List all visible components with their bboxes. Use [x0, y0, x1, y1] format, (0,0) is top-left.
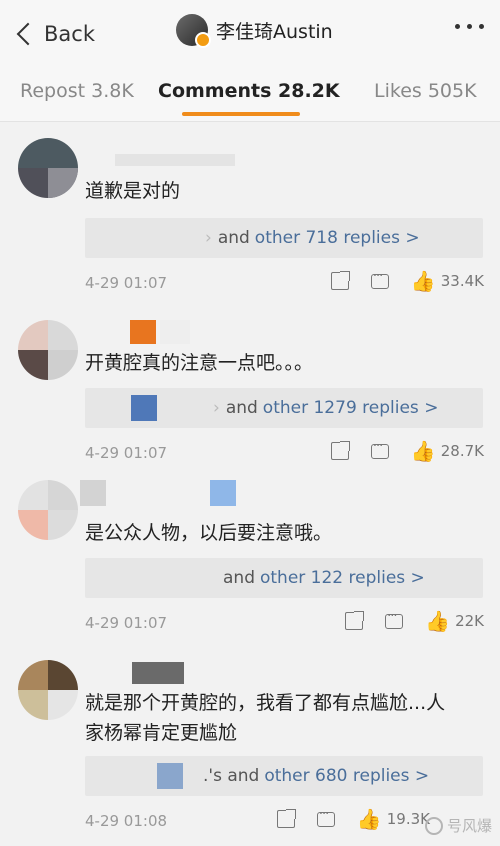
tab-comments[interactable]: Comments 28.2K [158, 80, 340, 102]
reply-button[interactable] [370, 439, 389, 459]
author-name: 李佳琦Austin [216, 20, 333, 43]
commenter-avatar[interactable] [18, 660, 78, 720]
top-bar: Back 李佳琦Austin [0, 0, 500, 64]
replies-prefix: and [217, 228, 250, 248]
share-button[interactable] [276, 809, 296, 828]
like-count: 28.7K [440, 442, 484, 460]
replies-link[interactable]: other 122 replies > [260, 568, 425, 588]
thumbs-up-icon: 👍 [356, 807, 382, 831]
replies-preview[interactable]: › and other 1279 replies > [85, 388, 483, 428]
blurred-username [130, 320, 156, 344]
dot-icon [479, 24, 484, 29]
comment-text: 道歉是对的 [85, 180, 181, 202]
reply-avatar [157, 763, 183, 789]
comment-text-line-1: 就是那个开黄腔的，我看了都有点尴尬...人 [85, 692, 446, 714]
comment-time: 4-29 01:07 [85, 444, 168, 462]
comment-actions: 👍19.3K [255, 807, 430, 831]
replies-link[interactable]: other 718 replies > [255, 228, 420, 248]
share-icon [330, 441, 350, 460]
replies-prefix: and [223, 568, 255, 588]
comment-actions: 👍22K [323, 609, 484, 633]
like-count: 33.4K [440, 272, 484, 290]
reply-button[interactable] [385, 609, 404, 629]
watermark-logo-icon [424, 816, 443, 835]
replies-preview[interactable]: and other 122 replies > [85, 558, 483, 598]
comment-text: 开黄腔真的注意一点吧。。。 [85, 352, 314, 374]
like-count: 22K [455, 612, 484, 630]
active-tab-indicator [182, 112, 300, 116]
comment-icon [316, 807, 335, 827]
commenter-avatar[interactable] [18, 480, 78, 540]
back-button[interactable]: Back [14, 18, 95, 50]
blurred-username [115, 154, 235, 166]
thumbs-up-icon: 👍 [425, 609, 451, 633]
blurred-username [210, 480, 236, 506]
comment-icon [370, 439, 389, 459]
replies-link[interactable]: other 1279 replies > [263, 398, 439, 418]
more-options-button[interactable] [455, 24, 484, 29]
dot-icon [467, 24, 472, 29]
comment-icon [370, 269, 389, 289]
reply-button[interactable] [316, 807, 335, 827]
thumbs-up-icon: 👍 [410, 439, 436, 463]
tab-likes[interactable]: Likes 505K [374, 80, 477, 102]
replies-link[interactable]: other 680 replies > [264, 766, 429, 786]
share-button[interactable] [330, 271, 350, 290]
replies-prefix: and [225, 398, 258, 418]
reply-button[interactable] [370, 269, 389, 289]
like-button[interactable]: 👍 28.7K [410, 439, 484, 463]
replies-prefix: .'s and [203, 766, 260, 786]
share-icon [330, 271, 350, 290]
replies-preview[interactable]: › and other 718 replies > [85, 218, 483, 258]
tab-repost[interactable]: Repost 3.8K [20, 80, 134, 102]
comment-time: 4-29 01:07 [85, 614, 168, 632]
back-label: Back [44, 22, 95, 46]
commenter-avatar[interactable] [18, 138, 78, 198]
comment-icon [385, 609, 404, 629]
thumbs-up-icon: 👍 [410, 269, 436, 293]
post-author[interactable]: 李佳琦Austin [176, 14, 333, 48]
comment-text-line-2: 家杨幂肯定更尴尬 [85, 722, 238, 744]
comment-actions: 👍28.7K [309, 439, 484, 463]
blurred-username [132, 662, 184, 684]
like-count: 19.3K [386, 810, 430, 828]
author-avatar[interactable] [176, 14, 211, 48]
share-icon [345, 611, 365, 630]
like-button[interactable]: 👍 33.4K [410, 269, 484, 293]
chevron-left-icon [16, 22, 40, 46]
share-button[interactable] [330, 441, 350, 460]
comment-text: 是公众人物，以后要注意哦。 [85, 522, 333, 544]
like-button[interactable]: 👍 22K [425, 609, 484, 633]
replies-preview[interactable]: .'s and other 680 replies > [85, 756, 483, 796]
reply-avatar [131, 395, 157, 421]
share-icon [276, 809, 296, 828]
dot-icon [455, 24, 460, 29]
share-button[interactable] [345, 611, 365, 630]
comment-time: 4-29 01:07 [85, 274, 168, 292]
like-button[interactable]: 👍 19.3K [356, 807, 430, 831]
commenter-avatar[interactable] [18, 320, 78, 380]
watermark-text: 号风爆 [446, 817, 492, 835]
comment-time: 4-29 01:08 [85, 812, 168, 830]
watermark: 号风爆 [424, 815, 492, 836]
comment-actions: 👍33.4K [309, 269, 484, 293]
